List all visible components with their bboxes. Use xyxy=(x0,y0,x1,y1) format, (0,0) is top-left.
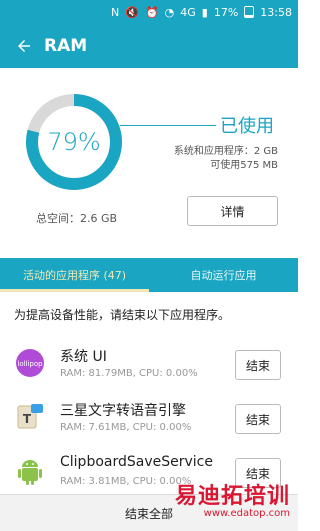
page-title: RAM xyxy=(44,36,88,56)
tab-indicator xyxy=(0,289,149,292)
signal-4g-icon: 4G xyxy=(180,5,196,19)
tab-active-apps[interactable]: 活动的应用程序 (47) xyxy=(0,258,149,292)
app-bar: RAM xyxy=(0,24,298,68)
android-icon-svg xyxy=(18,460,42,485)
status-bar: N 🔇 ⏰ ◔ 4G ▮ 17% 13:58 xyxy=(0,0,298,24)
mute-icon: 🔇 xyxy=(125,5,139,19)
tab-autostart-apps[interactable]: 自动运行应用 xyxy=(149,258,298,292)
lollipop-icon: lollipop xyxy=(15,348,45,378)
available-memory: 可使用575 MB xyxy=(210,160,278,171)
system-apps-usage: 系统和应用程序：2 GB xyxy=(173,146,278,157)
used-title: 已使用 xyxy=(220,116,274,137)
end-app-button[interactable]: 结束 xyxy=(235,350,281,380)
watermark-text: 易迪拓培训 xyxy=(174,484,290,509)
used-percent-label: 79% xyxy=(47,128,101,156)
svg-text:T: T xyxy=(23,412,32,426)
text-to-speech-icon: T xyxy=(15,402,45,432)
list-item: T 三星文字转语音引擎 RAM: 7.61MB, CPU: 0.00% 结束 xyxy=(0,394,298,448)
battery-percent: 17% xyxy=(213,5,239,19)
end-app-button[interactable]: 结束 xyxy=(235,404,281,434)
app-usage: RAM: 3.81MB, CPU: 0.00% xyxy=(60,476,192,487)
app-name: 系统 UI xyxy=(60,349,107,365)
prompt-text: 为提高设备性能，请结束以下应用程序。 xyxy=(14,308,231,322)
battery-icon xyxy=(244,6,255,18)
back-arrow-icon xyxy=(18,40,30,52)
app-usage: RAM: 7.61MB, CPU: 0.00% xyxy=(60,422,192,433)
total-space: 总空间：2.6 GB xyxy=(36,212,118,225)
list-item: lollipop 系统 UI RAM: 81.79MB, CPU: 0.00% … xyxy=(0,340,298,394)
memory-usage-ring: 79% xyxy=(24,92,124,192)
nfc-icon: N xyxy=(111,5,120,19)
back-button[interactable] xyxy=(10,32,38,60)
app-usage: RAM: 81.79MB, CPU: 0.00% xyxy=(60,368,198,379)
tts-icon-svg: T xyxy=(17,404,43,429)
details-button[interactable]: 详情 xyxy=(187,196,278,226)
status-time: 13:58 xyxy=(260,5,292,19)
watermark-url: www.edatop.com xyxy=(203,508,290,519)
lollipop-icon-svg: lollipop xyxy=(16,349,44,377)
memory-summary: 79% 已使用 系统和应用程序：2 GB 可使用575 MB 总空间：2.6 G… xyxy=(0,68,298,226)
svg-text:lollipop: lollipop xyxy=(17,360,43,368)
app-name: 三星文字转语音引擎 xyxy=(60,403,186,419)
status-icons: N 🔇 ⏰ ◔ 4G ▮ 17% 13:58 xyxy=(111,6,292,18)
alarm-icon: ⏰ xyxy=(144,5,159,19)
tab-bar: 活动的应用程序 (47) 自动运行应用 xyxy=(0,258,298,292)
app-name: ClipboardSaveService xyxy=(60,454,213,470)
used-leader-line xyxy=(120,125,216,126)
android-icon xyxy=(15,456,45,486)
signal-icon: ▮ xyxy=(201,5,208,19)
wifi-icon: ◔ xyxy=(164,5,175,19)
